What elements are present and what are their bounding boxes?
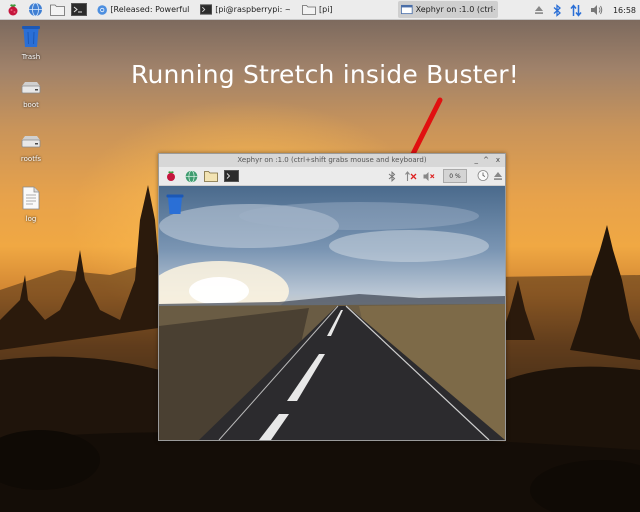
task-label: [pi@raspberrypi: ~] xyxy=(215,5,290,14)
terminal-icon xyxy=(71,3,87,16)
terminal-icon xyxy=(223,170,239,182)
folder-icon xyxy=(302,5,316,15)
bluetooth-icon[interactable] xyxy=(388,171,396,182)
inner-terminal-launcher[interactable] xyxy=(223,168,239,184)
folder-icon xyxy=(204,171,218,182)
terminal-icon xyxy=(200,4,213,15)
chromium-icon xyxy=(97,4,107,15)
desktop-icon-log[interactable]: log xyxy=(11,186,51,223)
eject-icon[interactable] xyxy=(493,171,503,181)
desktop-icon-rootfs[interactable]: rootfs xyxy=(11,134,51,163)
inner-raspberry-menu-button[interactable] xyxy=(163,168,179,184)
document-icon xyxy=(22,186,40,210)
desktop-icon-label: rootfs xyxy=(20,155,42,163)
network-disconnected-icon[interactable] xyxy=(405,171,417,182)
trash-icon xyxy=(22,26,40,47)
xephyr-desktop xyxy=(159,186,505,440)
bluetooth-icon[interactable] xyxy=(552,3,562,17)
xephyr-window-title: Xephyr on :1.0 (ctrl+shift grabs mouse a… xyxy=(237,156,427,164)
raspberry-icon xyxy=(167,171,175,181)
desktop-icon-label: boot xyxy=(23,101,39,109)
xephyr-window[interactable]: Xephyr on :1.0 (ctrl+shift grabs mouse a… xyxy=(158,153,506,441)
task-label: Xephyr on :1.0 (ctrl+s... xyxy=(415,5,495,14)
volume-muted-icon[interactable] xyxy=(423,171,435,182)
road-wallpaper xyxy=(159,202,505,440)
task-label: [pi] xyxy=(319,5,333,14)
window-icon xyxy=(401,4,413,15)
globe-icon xyxy=(185,169,197,183)
trash-icon[interactable] xyxy=(165,193,185,215)
desktop-icon-label: log xyxy=(25,215,37,223)
maximize-button[interactable]: ^ xyxy=(483,154,489,167)
drive-icon xyxy=(21,136,41,148)
raspberry-icon xyxy=(8,3,18,15)
task-label: [Released: Powerful T... xyxy=(110,5,191,14)
globe-icon xyxy=(28,2,42,17)
raspberry-menu-button[interactable] xyxy=(4,1,22,19)
eject-icon[interactable] xyxy=(534,5,544,15)
desktop-icon-trash[interactable]: Trash xyxy=(11,24,51,61)
inner-file-manager-launcher[interactable] xyxy=(203,168,219,184)
system-tray: 16:58 xyxy=(534,0,636,20)
desktop-icon-label: Trash xyxy=(21,53,41,61)
close-button[interactable]: x xyxy=(496,154,500,167)
task-button-terminal[interactable]: [pi@raspberrypi: ~] xyxy=(197,1,293,18)
overlay-headline: Running Stretch inside Buster! xyxy=(131,60,519,89)
minimize-button[interactable]: _ xyxy=(475,154,479,167)
taskbar: [Released: Powerful T... [pi@raspberrypi… xyxy=(0,0,640,20)
web-browser-launcher[interactable] xyxy=(26,1,44,19)
task-button-browser[interactable]: [Released: Powerful T... xyxy=(94,1,194,18)
folder-icon xyxy=(49,4,65,16)
network-transfer-icon[interactable] xyxy=(570,3,582,17)
inner-web-browser-launcher[interactable] xyxy=(183,168,199,184)
clock[interactable]: 16:58 xyxy=(613,6,636,15)
xephyr-titlebar[interactable]: Xephyr on :1.0 (ctrl+shift grabs mouse a… xyxy=(159,154,505,167)
xephyr-inner-taskbar: 0 % xyxy=(159,167,505,186)
file-manager-launcher[interactable] xyxy=(48,1,66,19)
task-button-file-manager[interactable]: [pi] xyxy=(299,1,395,18)
cpu-usage-monitor[interactable]: 0 % xyxy=(443,169,467,183)
task-button-xephyr[interactable]: Xephyr on :1.0 (ctrl+s... xyxy=(398,1,498,18)
desktop-icon-boot[interactable]: boot xyxy=(11,80,51,109)
drive-icon xyxy=(21,82,41,94)
inner-clock-icon[interactable] xyxy=(477,169,489,182)
volume-icon[interactable] xyxy=(590,4,603,16)
terminal-launcher[interactable] xyxy=(70,1,88,19)
